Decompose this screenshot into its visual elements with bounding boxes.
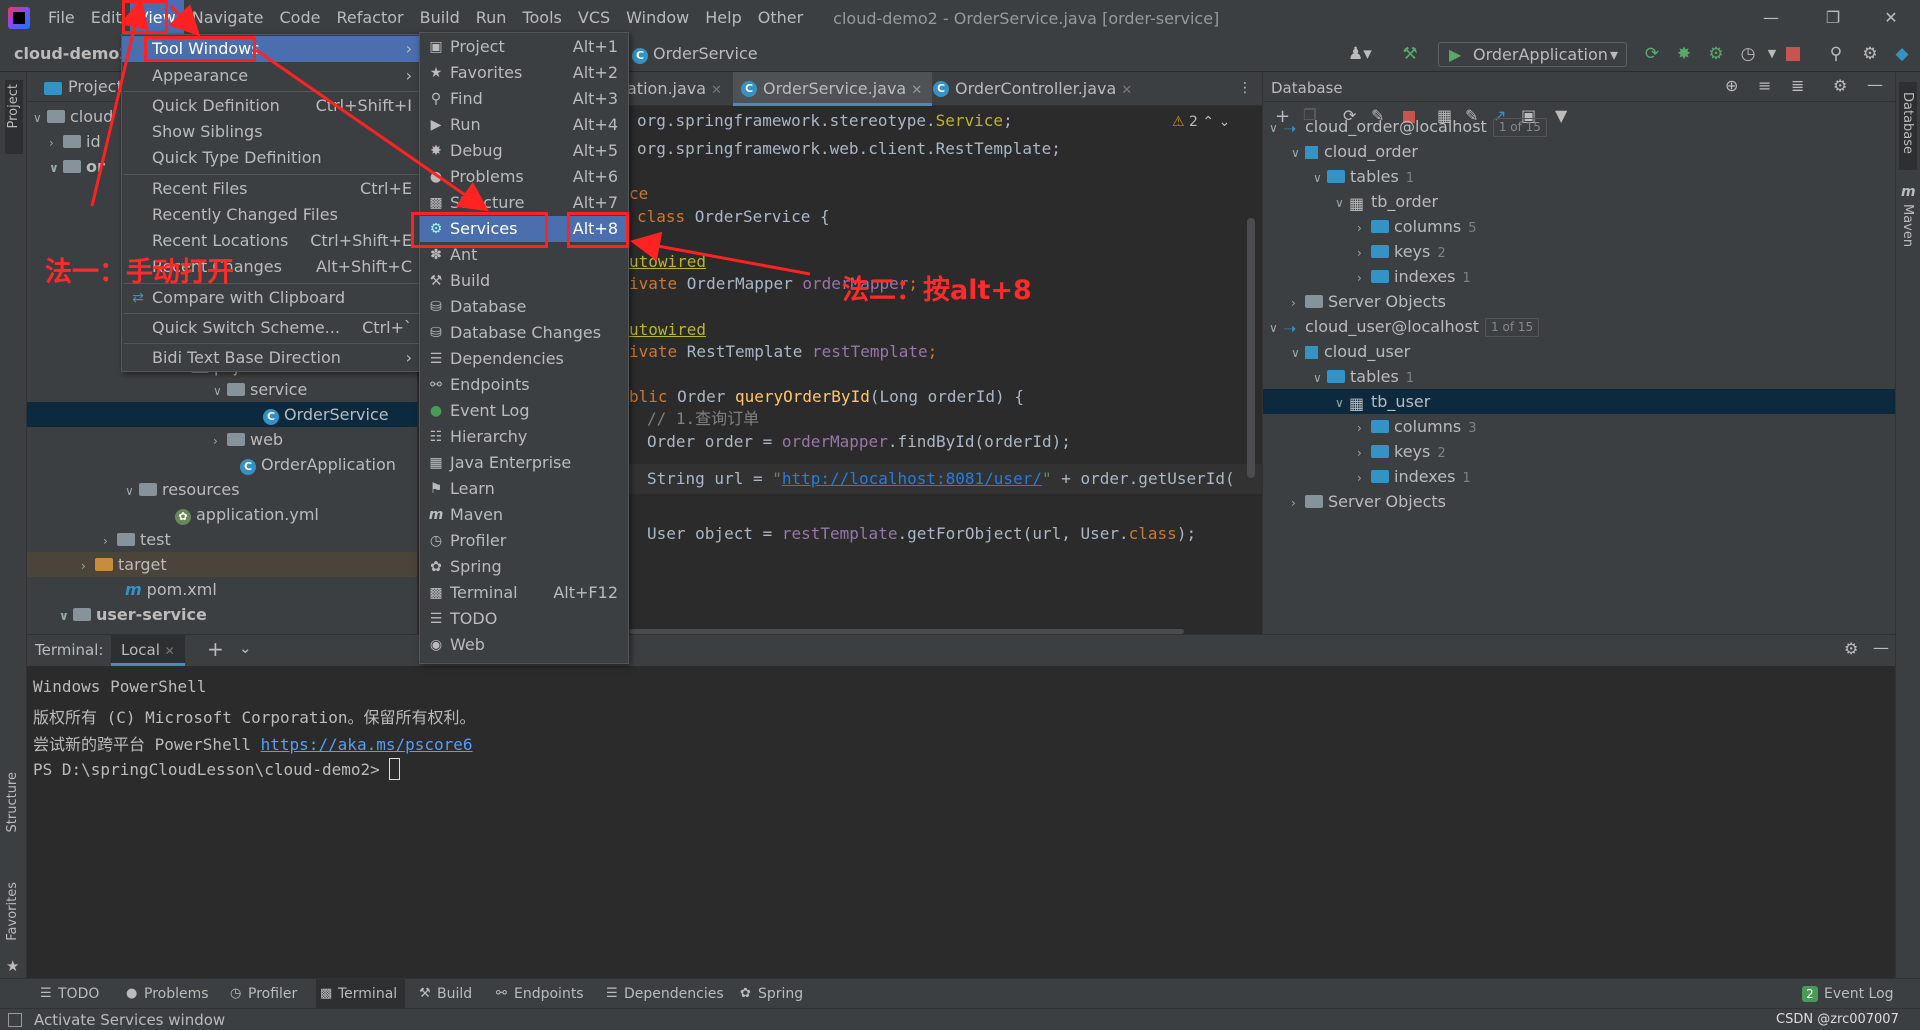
arrow-to-services bbox=[255, 48, 489, 212]
arrow-to-shortcut bbox=[630, 231, 811, 276]
annotation-arrows bbox=[90, 0, 811, 276]
arrow-to-view bbox=[90, 0, 150, 207]
arrow-to-tool-windows bbox=[168, 4, 201, 37]
